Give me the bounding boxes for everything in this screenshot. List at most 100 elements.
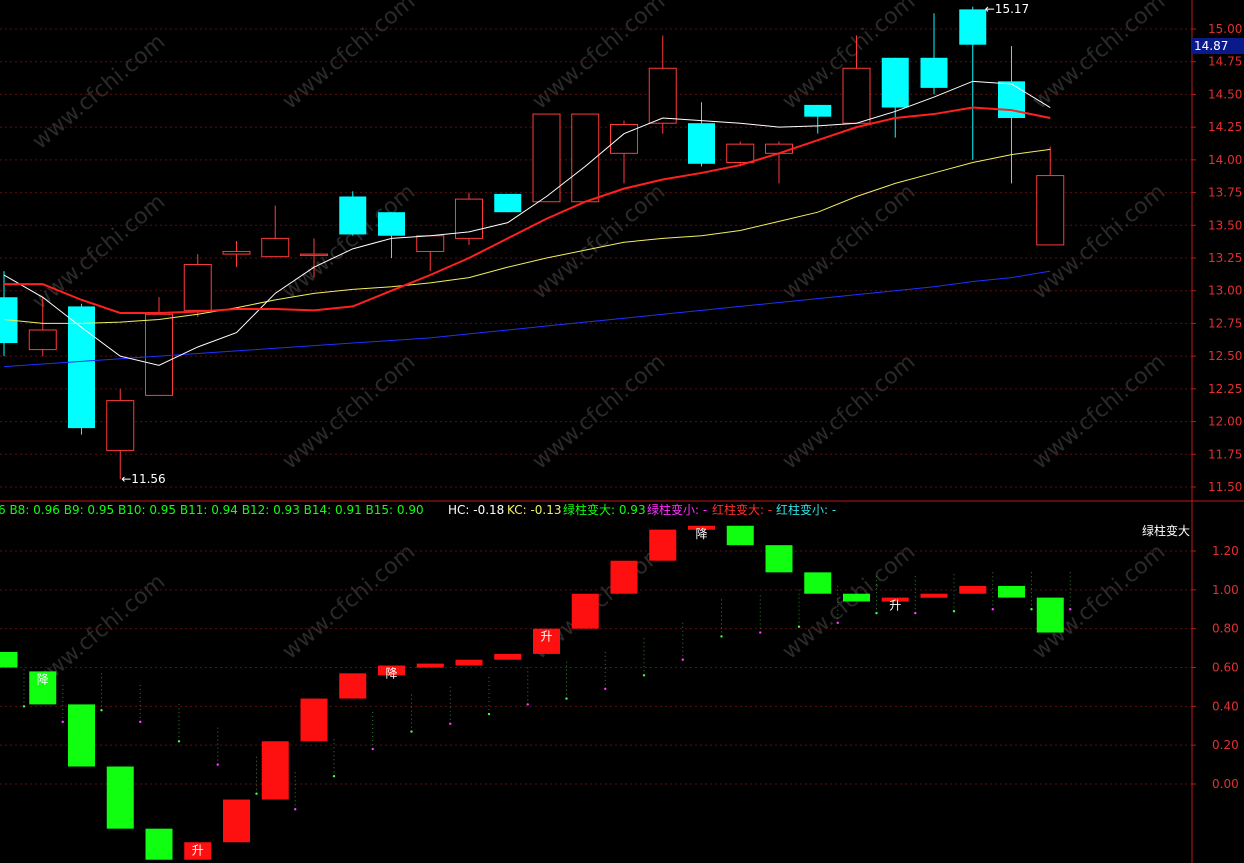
green-column[interactable]	[998, 585, 1025, 598]
candle-body-down[interactable]	[804, 104, 832, 117]
candle-body-down[interactable]	[68, 306, 95, 429]
indicator-tick-label: 0.00	[1212, 777, 1239, 791]
indicator-dot	[642, 674, 646, 677]
candle-body-down[interactable]	[881, 57, 909, 108]
indicator-tick-label: 1.20	[1212, 544, 1239, 558]
price-tick-label: 15.00	[1208, 22, 1242, 36]
candle-body-up[interactable]	[416, 235, 445, 252]
indicator-dot	[720, 635, 723, 638]
candle-body-up[interactable]	[610, 124, 638, 154]
indicator-dot	[1030, 608, 1033, 611]
candle-body-down[interactable]	[920, 57, 948, 88]
red-column[interactable]	[339, 673, 367, 699]
red-column[interactable]	[494, 653, 522, 660]
watermark-text: www.cfchi.com	[28, 189, 170, 314]
indicator-dot	[681, 658, 684, 661]
red-column[interactable]	[300, 698, 328, 742]
indicator-dot	[294, 808, 297, 811]
red-column[interactable]	[920, 593, 948, 598]
red-column[interactable]	[571, 593, 599, 629]
current-price-value: 14.87	[1194, 39, 1228, 53]
candle-body-up[interactable]	[300, 253, 328, 256]
price-tick-label: 12.50	[1208, 349, 1242, 363]
red-column[interactable]	[416, 663, 444, 668]
candle-body-down[interactable]	[378, 212, 405, 236]
indicator-panel[interactable]: 降升降升降升	[0, 525, 1072, 860]
green-column[interactable]	[765, 545, 793, 573]
candle-body-up[interactable]	[648, 67, 677, 124]
green-column[interactable]	[804, 572, 832, 594]
signal-down-marker: 降	[385, 667, 397, 681]
green-column[interactable]	[843, 593, 870, 602]
candle-body-up[interactable]	[106, 400, 135, 451]
candle-body-down[interactable]	[494, 193, 522, 213]
red-column[interactable]	[261, 741, 289, 800]
green-column[interactable]	[106, 766, 134, 829]
indicator-dot	[759, 631, 762, 634]
indicator-dot	[526, 703, 529, 706]
candle-body-up[interactable]	[726, 143, 755, 163]
price-tick-label: 12.75	[1208, 316, 1242, 330]
candle-body-up[interactable]	[1036, 175, 1065, 246]
price-tick-label: 14.75	[1208, 55, 1242, 69]
indicator-dot	[410, 730, 413, 733]
indicator-tick-label: 0.20	[1212, 738, 1239, 752]
price-tick-label: 14.25	[1208, 120, 1242, 134]
indicator-dot	[875, 611, 878, 615]
candle-body-up[interactable]	[183, 264, 212, 311]
price-tick-label: 13.25	[1208, 251, 1242, 265]
indicator-dot	[797, 625, 801, 628]
legend-red-shrink: 红柱变小: -	[776, 502, 836, 517]
indicator-dot	[255, 792, 258, 795]
indicator-dot	[1069, 608, 1072, 611]
indicator-corner-label: 绿柱变大	[1142, 523, 1190, 538]
y-axes: 15.00 14.75 14.50 14.25 14.00 13.75 13.50 13.25…	[1191, 0, 1244, 863]
legend-green-shrink: 绿柱变小: -	[647, 502, 707, 517]
candle-body-down[interactable]	[688, 123, 715, 164]
candle-body-up[interactable]	[28, 329, 57, 351]
legend-green-grow: 绿柱变大: 0.93	[563, 502, 646, 517]
green-column[interactable]	[1036, 597, 1064, 633]
green-column[interactable]	[145, 828, 173, 860]
red-column[interactable]	[455, 659, 483, 666]
red-column[interactable]	[223, 799, 250, 843]
watermark-text: www.cfchi.com	[778, 179, 920, 304]
candle-body-up[interactable]	[261, 237, 290, 258]
candle-body-down[interactable]	[959, 9, 987, 45]
indicator-dot	[449, 722, 452, 726]
candle-body-up[interactable]	[765, 143, 793, 154]
ma20-line	[3, 148, 1051, 324]
indicator-dot	[604, 687, 607, 691]
red-column[interactable]	[610, 560, 638, 594]
red-column[interactable]	[959, 585, 987, 594]
indicator-dot	[914, 611, 917, 615]
signal-down-marker: 降	[695, 527, 707, 541]
indicator-dot	[100, 709, 103, 712]
indicator-dot	[61, 720, 64, 724]
candle-body-up[interactable]	[222, 250, 251, 255]
legend-b-values: 6 B8: 0.96 B9: 0.95 B10: 0.95 B11: 0.94 …	[0, 503, 424, 517]
signal-up-marker: 升	[889, 599, 901, 613]
indicator-tick-label: 0.60	[1212, 661, 1239, 675]
signal-up-marker: 升	[192, 843, 204, 857]
green-column[interactable]	[0, 651, 18, 668]
indicator-dot	[565, 697, 568, 700]
candle-body-up[interactable]	[842, 67, 871, 124]
candle-body-up[interactable]	[145, 313, 173, 396]
indicator-tick-label: 0.40	[1212, 699, 1239, 713]
candle-body-down[interactable]	[339, 196, 367, 235]
price-tick-label: 14.50	[1208, 87, 1242, 101]
price-tick-label: 13.00	[1208, 284, 1242, 298]
stock-chart[interactable]: www.cfchi.com www.cfchi.com www.cfchi.com w…	[0, 0, 1244, 863]
green-column[interactable]	[726, 525, 754, 546]
indicator-tick-label: 0.80	[1212, 622, 1239, 636]
watermark-text: www.cfchi.com	[278, 349, 420, 474]
price-panel[interactable]: ←15.17 ←11.56	[0, 2, 1065, 486]
green-column[interactable]	[68, 704, 95, 767]
watermark-text: www.cfchi.com	[778, 349, 920, 474]
red-column[interactable]	[649, 529, 677, 561]
indicator-dot	[991, 608, 994, 611]
indicator-tick-label: 1.00	[1212, 583, 1239, 597]
watermark-text: www.cfchi.com	[1028, 349, 1170, 474]
legend-hc: HC: -0.18	[448, 503, 504, 517]
